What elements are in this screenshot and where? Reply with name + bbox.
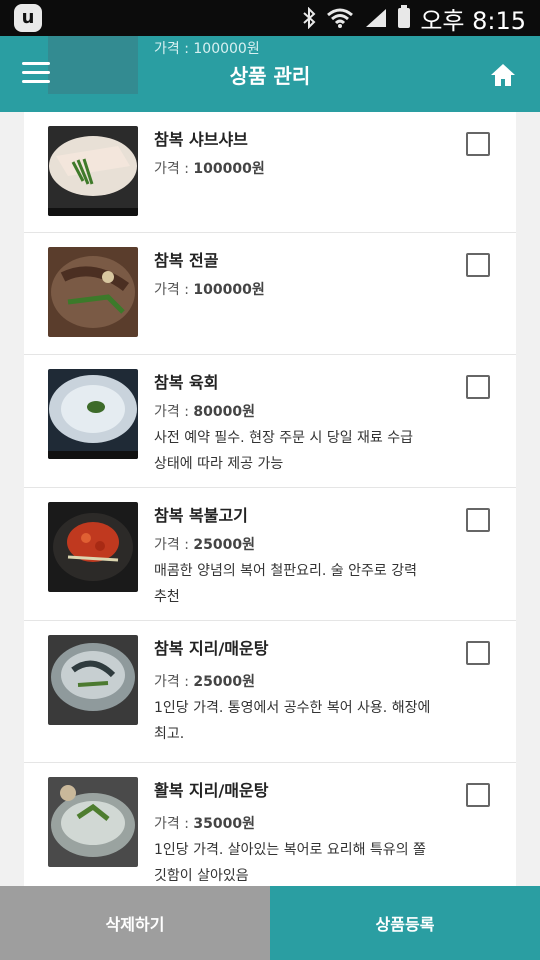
status-bar: u 오후 8:15 — [0, 0, 540, 36]
product-thumbnail — [48, 369, 138, 459]
product-thumbnail — [48, 777, 138, 867]
price-label: 가격 : — [154, 537, 194, 553]
description-line-2: 상태에 따라 제공 가능 — [154, 456, 284, 472]
product-item-jeongol[interactable]: 참복 전골 가격 : 100000원 — [24, 233, 516, 355]
register-product-button[interactable]: 상품등록 — [270, 886, 540, 960]
product-item-jiri[interactable]: 참복 지리/매운탕 가격 : 25000원 1인당 가격. 통영에서 공수한 복… — [24, 621, 516, 763]
bluetooth-icon — [303, 7, 316, 29]
product-item-hwalbok[interactable]: 활복 지리/매운탕 가격 : 35000원 1인당 가격. 살아있는 복어로 요… — [24, 763, 516, 886]
select-checkbox[interactable] — [466, 783, 490, 807]
product-name: 활복 지리/매운탕 — [154, 781, 269, 800]
home-icon[interactable] — [490, 62, 516, 88]
price-label: 가격 : — [154, 161, 194, 177]
select-checkbox[interactable] — [466, 253, 490, 277]
select-checkbox[interactable] — [466, 132, 490, 156]
price-value: 100000원 — [193, 161, 265, 177]
description-line-1: 매콤한 양념의 복어 철판요리. 술 안주로 강력 — [154, 563, 417, 579]
price-label: 가격 : — [154, 404, 194, 420]
price-value: 25000원 — [193, 674, 255, 690]
page-title: 상품 관리 — [229, 64, 311, 88]
product-thumbnail — [48, 502, 138, 592]
description-line-1: 1인당 가격. 살아있는 복어로 요리해 특유의 쫄 — [154, 842, 426, 858]
product-name: 참복 전골 — [154, 251, 219, 270]
bottom-action-bar: 삭제하기 상품등록 — [0, 886, 540, 960]
product-price: 가격 : 25000원 — [154, 534, 255, 554]
description-line-1: 사전 예약 필수. 현장 주문 시 당일 재료 수급 — [154, 430, 414, 446]
product-price: 가격 : 80000원 — [154, 401, 255, 421]
product-thumbnail — [48, 126, 138, 216]
price-label: 가격 : — [154, 282, 194, 298]
product-description: 매콤한 양념의 복어 철판요리. 술 안주로 강력 추천 — [154, 558, 474, 610]
product-name: 참복 복불고기 — [154, 506, 248, 525]
product-description: 1인당 가격. 통영에서 공수한 복어 사용. 해장에 최고. — [154, 695, 474, 747]
product-name: 참복 샤브샤브 — [154, 130, 248, 149]
product-item-yukhoe[interactable]: 참복 육회 가격 : 80000원 사전 예약 필수. 현장 주문 시 당일 재… — [24, 355, 516, 488]
product-price: 가격 : 35000원 — [154, 813, 255, 833]
select-checkbox[interactable] — [466, 641, 490, 665]
product-item-shabu[interactable]: 참복 샤브샤브 가격 : 100000원 — [24, 112, 516, 233]
product-item-bulgogi[interactable]: 참복 복불고기 가격 : 25000원 매콤한 양념의 복어 철판요리. 술 안… — [24, 488, 516, 621]
price-value: 80000원 — [193, 404, 255, 420]
signal-icon — [366, 9, 387, 27]
status-icons: 오후 8:15 — [302, 0, 526, 36]
delete-button[interactable]: 삭제하기 — [0, 886, 270, 960]
product-name: 참복 지리/매운탕 — [154, 639, 269, 658]
product-list[interactable]: 참복 샤브샤브 가격 : 100000원 참복 전골 가격 : 100000원 … — [24, 112, 516, 886]
product-name: 참복 육회 — [154, 373, 219, 392]
description-line-2: 최고. — [154, 726, 185, 742]
product-description: 1인당 가격. 살아있는 복어로 요리해 특유의 쫄 깃함이 살아있음 — [154, 837, 474, 886]
price-label: 가격 : — [154, 674, 194, 690]
product-description: 사전 예약 필수. 현장 주문 시 당일 재료 수급 상태에 따라 제공 가능 — [154, 425, 474, 477]
product-price: 가격 : 100000원 — [154, 279, 265, 299]
description-line-2: 추천 — [154, 589, 180, 605]
price-value: 35000원 — [193, 816, 255, 832]
product-price: 가격 : 100000원 — [154, 158, 265, 178]
product-thumbnail — [48, 247, 138, 337]
battery-icon — [398, 5, 411, 28]
peek-item-price: 가격 : 100000원 — [154, 41, 260, 57]
app-bar: 가격 : 100000원 상품 관리 — [0, 36, 540, 112]
wifi-icon — [327, 8, 354, 28]
price-value: 100000원 — [193, 282, 265, 298]
price-label: 가격 : — [154, 816, 194, 832]
description-line-1: 1인당 가격. 통영에서 공수한 복어 사용. 해장에 — [154, 700, 431, 716]
description-line-2: 깃함이 살아있음 — [154, 868, 249, 884]
product-thumbnail — [48, 635, 138, 725]
select-checkbox[interactable] — [466, 508, 490, 532]
product-price: 가격 : 25000원 — [154, 671, 255, 691]
app-icon: u — [14, 4, 42, 32]
select-checkbox[interactable] — [466, 375, 490, 399]
price-value: 25000원 — [193, 537, 255, 553]
status-time: 오후 8:15 — [420, 6, 526, 35]
